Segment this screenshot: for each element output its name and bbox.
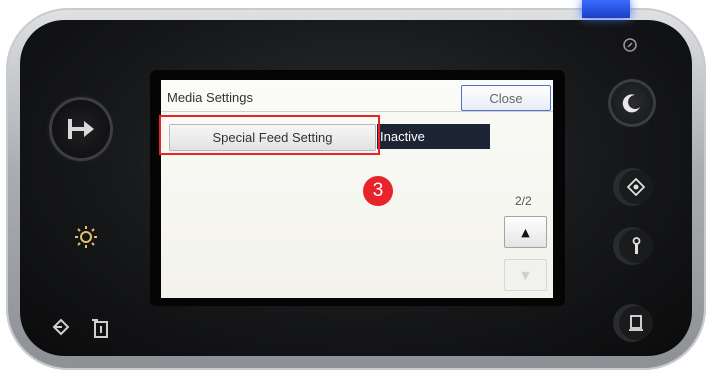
- power-icon[interactable]: [621, 36, 639, 54]
- document-icon: [629, 315, 643, 331]
- home-button[interactable]: [52, 100, 110, 158]
- energy-saver-button[interactable]: [611, 82, 653, 124]
- close-button[interactable]: Close: [461, 85, 551, 111]
- title-divider: [161, 111, 553, 112]
- brightness-icon[interactable]: [73, 224, 99, 250]
- touch-screen: Media Settings Close Special Feed Settin…: [161, 80, 553, 298]
- settings-button[interactable]: [619, 170, 653, 204]
- scroll-up-button[interactable]: ▲: [504, 216, 547, 248]
- home-icon: [68, 119, 94, 139]
- page-title: Media Settings: [167, 90, 253, 105]
- page-indicator: 2/2: [515, 194, 532, 208]
- highlight-box: [159, 115, 380, 155]
- settings-icon: [627, 178, 645, 196]
- step-badge: 3: [363, 176, 393, 206]
- tool-icon: [632, 237, 641, 254]
- tool-button[interactable]: [619, 229, 653, 263]
- data-in-icon[interactable]: [88, 316, 114, 342]
- special-feed-setting-value: Inactive: [377, 124, 490, 149]
- document-button[interactable]: [619, 306, 653, 340]
- scroll-down-button: ▼: [504, 259, 547, 291]
- sleep-icon: [622, 94, 640, 113]
- login-icon[interactable]: [50, 316, 72, 338]
- status-led: [582, 0, 630, 18]
